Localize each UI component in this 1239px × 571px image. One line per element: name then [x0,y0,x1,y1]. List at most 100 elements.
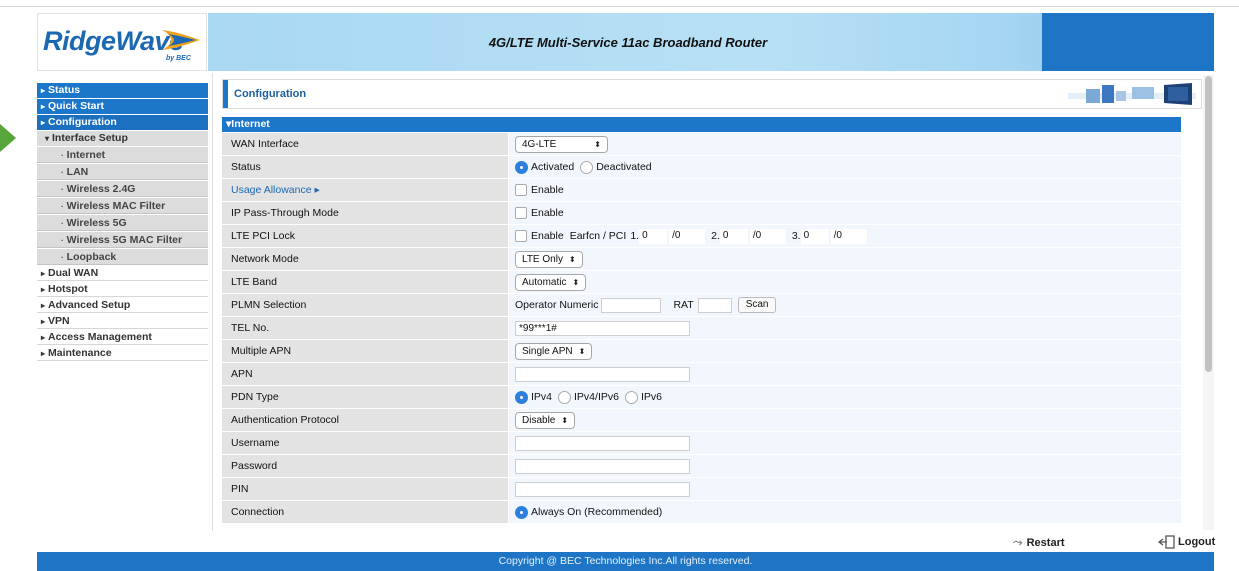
sidebar-item-access-management[interactable]: ▸ Access Management [37,330,208,345]
connection-label: Connection [222,501,509,523]
pci-3-input[interactable]: /0 [830,228,867,244]
sidebar-item-hotspot[interactable]: ▸ Hotspot [37,282,208,297]
brand-logo[interactable]: RidgeWave by BEC [37,13,207,71]
sidebar-item-maintenance[interactable]: ▸ Maintenance [37,346,208,361]
table-row: Username [222,432,1181,455]
triangle-right-icon: ▸ [41,269,46,278]
earfcn-2-input[interactable]: 0 [719,228,748,244]
pci-2-input[interactable]: /0 [749,228,786,244]
sidebar-item-label: LAN [66,166,89,178]
connection-always-on-radio[interactable] [515,505,528,519]
sidebar-item-lan[interactable]: · LAN [37,164,208,180]
section-title: Internet [231,118,270,130]
select-caret-icon: ⬍ [594,139,601,149]
select-value: 4G-LTE [522,138,557,150]
logout-button[interactable]: Logout [1158,535,1215,549]
logout-label: Logout [1178,536,1216,548]
multiple-apn-cell: Single APN ⬍ [509,340,1181,362]
multiple-apn-select[interactable]: Single APN ⬍ [515,342,593,360]
sidebar-item-wireless-5g-mac-filter[interactable]: · Wireless 5G MAC Filter [37,232,208,248]
sidebar-item-wireless-mac-filter[interactable]: · Wireless MAC Filter [37,198,208,214]
radio-label: Activated [531,161,575,173]
sidebar-item-label: Access Management [48,331,152,343]
wan-interface-label: WAN Interface [222,133,509,155]
usage-enable-checkbox[interactable] [515,184,527,196]
logout-icon [1158,535,1175,549]
lte-pci-lock-label: LTE PCI Lock [222,225,509,247]
status-activated-radio[interactable] [515,160,528,174]
footer-copyright: Copyright @ BEC Technologies Inc.All rig… [37,552,1214,571]
pdn-type-label: PDN Type [222,386,509,408]
sidebar-item-advanced-setup[interactable]: ▸ Advanced Setup [37,298,208,313]
lte-band-cell: Automatic ⬍ [509,271,1181,293]
radio-label: Deactivated [596,161,652,173]
network-mode-cell: LTE Only ⬍ [509,248,1181,270]
sidebar-item-vpn[interactable]: ▸ VPN [37,314,208,329]
username-input[interactable] [515,435,690,451]
usage-cell: Enable [509,179,1181,201]
restart-icon: ⤳ [1013,535,1023,549]
tel-cell: *99***1# [509,317,1181,339]
dot-icon: · [61,219,64,228]
status-deactivated-radio[interactable] [580,160,594,174]
sidebar-item-label: Status [48,84,81,96]
sidebar-item-dual-wan[interactable]: ▸ Dual WAN [37,266,208,281]
sidebar-item-quick-start[interactable]: ▸ Quick Start [37,99,208,114]
wan-interface-select[interactable]: 4G-LTE ⬍ [515,135,608,153]
usage-allowance-link[interactable]: Usage Allowance ▸ [222,179,509,201]
scan-button[interactable]: Scan [737,297,777,313]
pdn-ipv6-radio[interactable] [624,390,638,404]
sidebar-item-interface-setup[interactable]: ▾ Interface Setup [37,131,208,146]
restart-button[interactable]: ⤳ Restart [1013,535,1065,550]
pci-index-label: 3. [791,230,801,242]
earfcn-label: Earfcn / PCI [569,230,627,242]
password-label: Password [222,455,509,477]
ip-pass-enable-checkbox[interactable] [515,207,527,219]
table-row: Connection Always On (Recommended) [222,501,1181,524]
table-row: Network Mode LTE Only ⬍ [222,248,1181,271]
select-value: Single APN [522,345,573,357]
sidebar-item-loopback[interactable]: · Loopback [37,249,208,265]
operator-numeric-input[interactable] [601,297,662,313]
pointer-arrow-icon [0,124,16,152]
radio-label: IPv4/IPv6 [574,391,619,403]
table-row: WAN Interface 4G-LTE ⬍ [222,133,1181,156]
pci-lock-enable-checkbox[interactable] [515,230,527,242]
sidebar-item-label: Hotspot [48,283,88,295]
sidebar-item-status[interactable]: ▸ Status [37,83,208,98]
triangle-right-icon: ▸ [41,301,46,310]
authentication-protocol-select[interactable]: Disable ⬍ [515,411,576,429]
dot-icon: · [61,168,64,177]
pdn-ipv4-ipv6-radio[interactable] [558,390,572,404]
rat-input[interactable] [697,297,732,313]
radio-label: IPv6 [640,391,662,403]
sidebar-item-label: Loopback [66,251,117,263]
sidebar-item-label: VPN [48,315,70,327]
pin-input[interactable] [515,481,690,497]
radio-label: IPv4 [531,391,553,403]
table-row: LTE Band Automatic ⬍ [222,271,1181,294]
username-label: Username [222,432,509,454]
logo-swoosh-icon [162,30,200,50]
password-input[interactable] [515,458,690,474]
tel-no-input[interactable]: *99***1# [515,320,690,336]
connection-cell: Always On (Recommended) [509,501,1181,523]
earfcn-3-input[interactable]: 0 [800,228,829,244]
scrollbar-thumb[interactable] [1205,76,1212,372]
ip-pass-through-label: IP Pass-Through Mode [222,202,509,224]
brand-sub: by BEC [166,55,191,62]
apn-input[interactable] [515,366,690,382]
sidebar-item-label: Advanced Setup [48,299,131,311]
sidebar-item-configuration[interactable]: ▸ Configuration [37,115,208,130]
earfcn-1-input[interactable]: 0 [639,228,668,244]
plmn-cell: Operator Numeric RAT Scan [509,294,1181,316]
sidebar-item-wireless-24g[interactable]: · Wireless 2.4G [37,181,208,197]
network-mode-select[interactable]: LTE Only ⬍ [515,250,583,268]
sidebar-item-wireless-5g[interactable]: · Wireless 5G [37,215,208,231]
pdn-ipv4-radio[interactable] [515,390,528,404]
table-row: Multiple APN Single APN ⬍ [222,340,1181,363]
pci-1-input[interactable]: /0 [669,228,706,244]
sidebar-item-internet[interactable]: · Internet [37,147,208,163]
dot-icon: · [61,202,64,211]
lte-band-select[interactable]: Automatic ⬍ [515,273,587,291]
